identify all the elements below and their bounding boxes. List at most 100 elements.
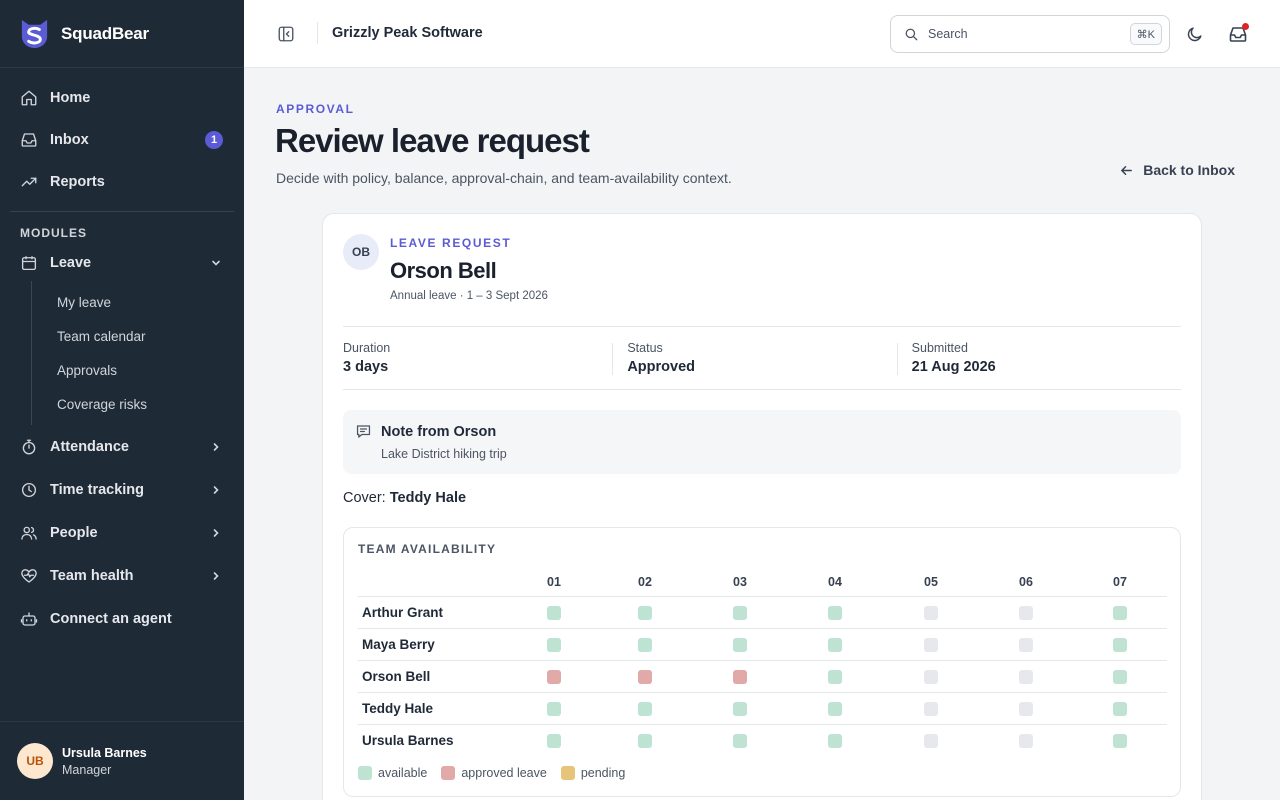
availability-cell-available	[733, 606, 747, 620]
legend-label: available	[378, 766, 428, 780]
note-body: Lake District hiking trip	[381, 447, 507, 461]
team-availability: TEAM AVAILABILITY 01 02 03 04 05 06 07 Arthur G…	[343, 527, 1181, 797]
robot-icon	[20, 610, 38, 628]
request-eyebrow: LEAVE REQUEST	[390, 236, 512, 250]
subnav-item-approvals[interactable]: Approvals	[32, 353, 244, 387]
availability-cell-available	[638, 606, 652, 620]
availability-cell-off	[1019, 670, 1033, 684]
clock-icon	[20, 481, 38, 499]
availability-cell-approved	[547, 670, 561, 684]
stat-label: Duration	[343, 341, 391, 355]
trend-up-icon	[20, 173, 38, 191]
availability-row: Maya Berry	[358, 629, 1167, 661]
availability-cell-available	[638, 702, 652, 716]
user-role: Manager	[62, 762, 112, 777]
availability-cell-off	[1019, 734, 1033, 748]
sidebar-item-people[interactable]: People	[0, 511, 244, 554]
request-meta: Annual leave · 1 – 3 Sept 2026	[390, 290, 548, 302]
availability-cell-off	[1019, 606, 1033, 620]
availability-cell-available	[828, 638, 842, 652]
sidebar-item-connect-agent[interactable]: Connect an agent	[0, 597, 244, 640]
sidebar-item-home[interactable]: Home	[0, 77, 244, 119]
stat-label: Status	[627, 341, 663, 355]
subnav-item-my-leave[interactable]: My leave	[32, 285, 244, 319]
requester-note: Note from Orson Lake District hiking tri…	[343, 410, 1181, 474]
sidebar-item-label: Time tracking	[50, 481, 145, 498]
day-column-header: 04	[828, 575, 842, 589]
availability-cell-off	[924, 702, 938, 716]
modules-section-label: MODULES	[20, 226, 87, 240]
availability-cell-off	[1019, 638, 1033, 652]
calendar-icon	[20, 254, 38, 272]
request-stats: Duration 3 days Status Approved Submitte…	[343, 326, 1181, 390]
day-column-header: 01	[547, 575, 561, 589]
stat-value: 21 Aug 2026	[911, 359, 996, 375]
member-name: Maya Berry	[362, 637, 435, 652]
sidebar-item-inbox[interactable]: Inbox 1	[0, 119, 244, 161]
availability-cell-available	[547, 702, 561, 716]
arrow-left-icon	[1121, 165, 1133, 175]
leave-request-card: OB LEAVE REQUEST Orson Bell Annual leave…	[322, 213, 1202, 800]
availability-cell-available	[547, 638, 561, 652]
org-name: Grizzly Peak Software	[332, 25, 483, 41]
chevron-right-icon	[210, 441, 222, 453]
availability-cell-available	[733, 702, 747, 716]
brand[interactable]: SquadBear	[0, 0, 244, 68]
cover-line: Cover: Teddy Hale	[343, 490, 466, 506]
user-name: Ursula Barnes	[62, 745, 147, 760]
stat-value: 3 days	[343, 359, 389, 375]
availability-legend: available approved leave pending	[358, 766, 639, 780]
availability-cell-available	[733, 638, 747, 652]
search-placeholder: Search	[928, 27, 968, 41]
sidebar-item-team-health[interactable]: Team health	[0, 554, 244, 597]
search-input[interactable]: Search ⌘K	[890, 15, 1170, 53]
sidebar-item-label: Team health	[50, 567, 134, 584]
sidebar-collapse-icon[interactable]	[277, 25, 295, 43]
note-title: Note from Orson	[381, 424, 497, 440]
cover-label: Cover:	[343, 490, 386, 506]
stat-status: Status Approved	[612, 327, 896, 389]
chevron-down-icon	[210, 257, 222, 269]
topbar: Grizzly Peak Software Search ⌘K	[244, 0, 1280, 68]
member-name: Orson Bell	[362, 669, 431, 684]
day-column-header: 06	[1019, 575, 1033, 589]
current-user[interactable]: UB Ursula Barnes Manager	[0, 721, 244, 800]
sidebar-item-time-tracking[interactable]: Time tracking	[0, 468, 244, 511]
subnav-item-team-calendar[interactable]: Team calendar	[32, 319, 244, 353]
stat-submitted: Submitted 21 Aug 2026	[896, 327, 1181, 389]
sidebar-item-label: Leave	[50, 255, 92, 271]
legend-swatch	[560, 766, 575, 780]
back-to-inbox-link[interactable]: Back to Inbox	[1119, 162, 1235, 178]
availability-row: Orson Bell	[358, 661, 1167, 693]
availability-cell-approved	[733, 670, 747, 684]
squadbear-logo-icon	[21, 19, 48, 49]
heart-pulse-icon	[20, 567, 38, 585]
back-link-label: Back to Inbox	[1143, 162, 1235, 178]
availability-row: Ursula Barnes	[358, 725, 1167, 757]
availability-cell-available	[1113, 638, 1127, 652]
moon-icon[interactable]	[1186, 25, 1204, 43]
availability-cell-approved	[638, 670, 652, 684]
sidebar-item-reports[interactable]: Reports	[0, 161, 244, 203]
search-shortcut-badge: ⌘K	[1129, 23, 1162, 45]
availability-grid: 01 02 03 04 05 06 07 Arthur Grant Maya Berry Orso…	[358, 568, 1167, 757]
subnav-item-coverage-risks[interactable]: Coverage risks	[32, 387, 244, 421]
availability-cell-available	[638, 734, 652, 748]
users-icon	[20, 524, 38, 542]
stopwatch-icon	[20, 438, 38, 456]
main-content: APPROVAL Review leave request Decide wit…	[244, 68, 1280, 800]
sidebar-item-leave[interactable]: Leave	[0, 245, 244, 281]
search-icon	[905, 28, 918, 40]
sidebar-item-label: Reports	[50, 174, 105, 190]
stat-duration: Duration 3 days	[343, 327, 612, 389]
availability-cell-available	[733, 734, 747, 748]
page-eyebrow: APPROVAL	[276, 102, 355, 116]
sidebar-item-label: Attendance	[50, 438, 129, 455]
availability-cell-available	[828, 702, 842, 716]
chevron-right-icon	[210, 570, 222, 582]
day-column-header: 03	[733, 575, 747, 589]
member-name: Ursula Barnes	[362, 733, 454, 748]
availability-title: TEAM AVAILABILITY	[358, 542, 497, 556]
sidebar-item-attendance[interactable]: Attendance	[0, 425, 244, 468]
availability-cell-available	[828, 670, 842, 684]
